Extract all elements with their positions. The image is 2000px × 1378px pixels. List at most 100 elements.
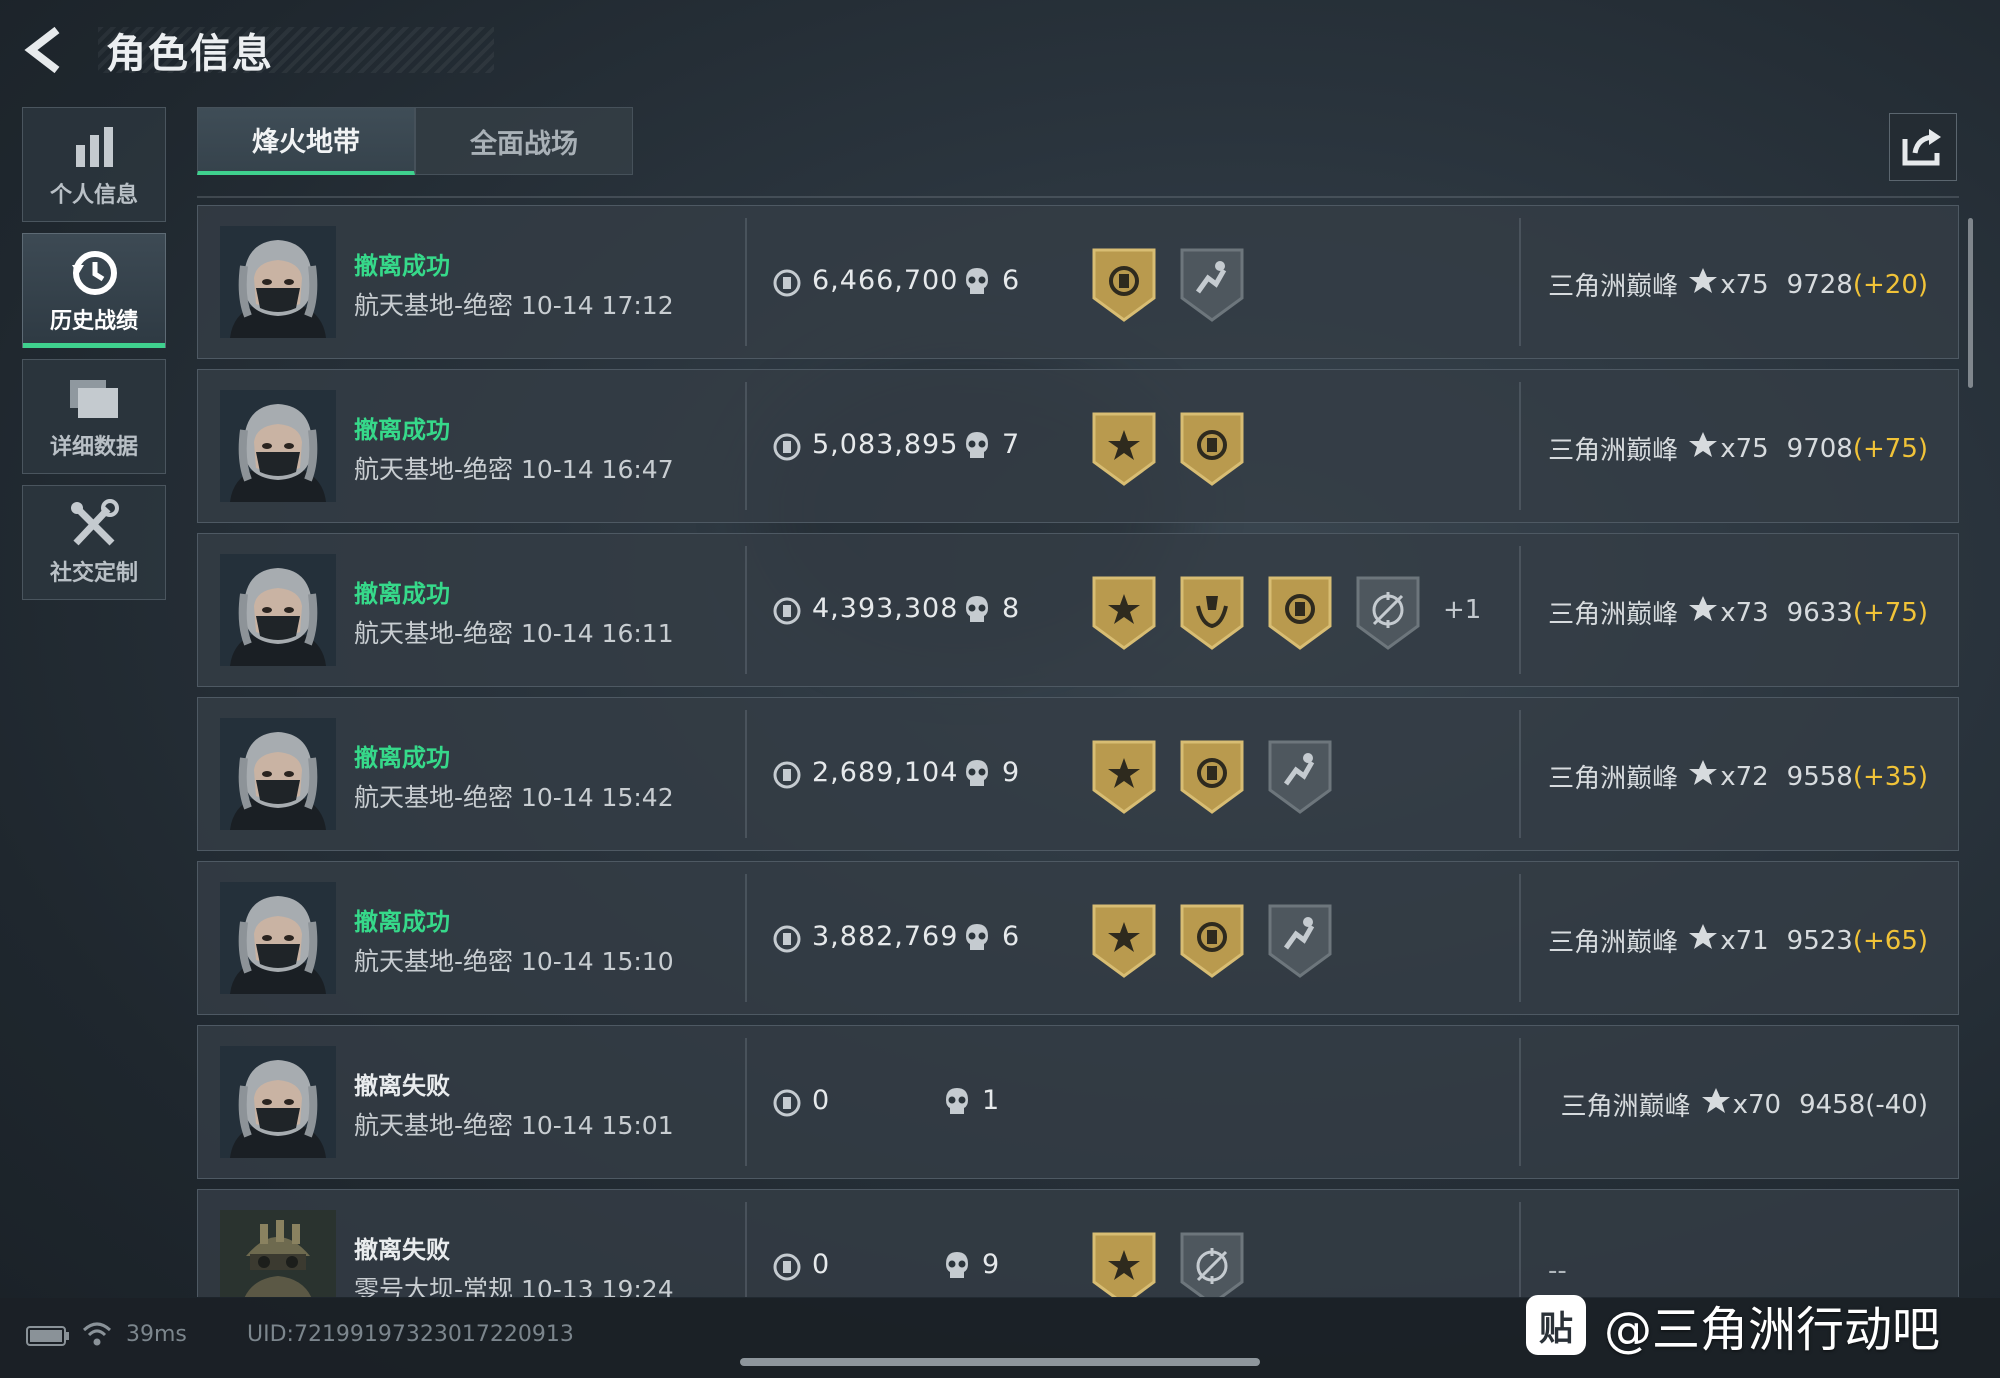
divider (745, 1202, 747, 1297)
rank-score: 9458 (1799, 1089, 1866, 1120)
match-row[interactable]: 撤离失败 航天基地-绝密 10-14 15:01 0 1 三角洲巅峰 x70 9458 (-4… (197, 1025, 1959, 1179)
star-count: x72 (1720, 761, 1769, 792)
star-count: x70 (1732, 1089, 1782, 1120)
currency-icon (772, 268, 802, 302)
gray-runner-emblem-icon[interactable] (1264, 736, 1336, 816)
gold-shield-emblem-icon[interactable] (1176, 408, 1248, 488)
rank-score: 9558 (1786, 761, 1853, 792)
badge-list (1088, 572, 1440, 652)
star-icon (1688, 758, 1718, 795)
tab-full-battlefield[interactable]: 全面战场 (415, 107, 633, 175)
rank-score: 9728 (1786, 269, 1853, 300)
user-uid: UID:72199197323017220913 (247, 1322, 574, 1347)
gold-shield-emblem-icon[interactable] (1176, 736, 1248, 816)
match-row[interactable]: 撤离成功 航天基地-绝密 10-14 15:10 3,882,769 6 三角洲巅峰 x7… (197, 861, 1959, 1015)
match-row[interactable]: 撤离成功 航天基地-绝密 10-14 15:42 2,689,104 9 三角洲巅峰 x7… (197, 697, 1959, 851)
divider (1519, 874, 1521, 1002)
currency-icon (772, 432, 802, 466)
rank-name: 三角洲巅峰 (1548, 764, 1679, 794)
star-count: x75 (1720, 269, 1769, 300)
gray-crosshair-emblem-icon[interactable] (1176, 1228, 1248, 1297)
gray-runner-emblem-icon[interactable] (1264, 900, 1336, 980)
kill-count: 9 (982, 1249, 1000, 1280)
tools-icon (64, 498, 124, 551)
operator-avatar (220, 882, 336, 994)
badge-list (1088, 244, 1264, 324)
gold-shield-emblem-icon[interactable] (1264, 572, 1336, 652)
gold-shield-emblem-icon[interactable] (1088, 244, 1160, 324)
sidebar-item-detailed-data[interactable]: 详细数据 (22, 359, 166, 474)
folder-icon (64, 373, 124, 425)
more-badges-count[interactable]: +1 (1443, 595, 1481, 625)
tab-firezone[interactable]: 烽火地带 (197, 107, 415, 175)
skull-icon (962, 594, 992, 630)
match-row[interactable]: 撤离成功 航天基地-绝密 10-14 17:12 6,466,700 6 三角洲巅峰 x7… (197, 205, 1959, 359)
divider (745, 874, 747, 1002)
back-arrow-icon[interactable] (20, 22, 70, 78)
scrollbar[interactable] (1968, 218, 1973, 388)
divider (745, 218, 747, 346)
currency-icon (772, 760, 802, 794)
gold-star-emblem-icon[interactable] (1088, 736, 1160, 816)
sidebar: 个人信息 历史战绩 详细数据 社交定制 (22, 107, 166, 611)
map-and-time: 航天基地-绝密 10-14 17:12 (354, 291, 674, 320)
watermark: 贴 @三角洲行动吧 (1526, 1290, 1940, 1360)
gray-runner-emblem-icon[interactable] (1176, 244, 1248, 324)
currency-icon (772, 924, 802, 958)
kill-count: 6 (1002, 921, 1020, 952)
home-indicator[interactable] (740, 1358, 1260, 1366)
sidebar-item-social-custom[interactable]: 社交定制 (22, 485, 166, 600)
gray-crosshair-emblem-icon[interactable] (1352, 572, 1424, 652)
operator-avatar (220, 554, 336, 666)
currency-icon (772, 596, 802, 630)
divider (1519, 218, 1521, 346)
gold-star-emblem-icon[interactable] (1088, 900, 1160, 980)
gold-star-emblem-icon[interactable] (1088, 572, 1160, 652)
rank-info: 三角洲巅峰 x70 9458 (-40) (1561, 1086, 1928, 1123)
star-icon (1688, 266, 1718, 303)
gold-star-emblem-icon[interactable] (1088, 1228, 1160, 1297)
gold-shield-emblem-icon[interactable] (1176, 900, 1248, 980)
extraction-status: 撤离成功 (354, 252, 450, 280)
loot-value: 5,083,895 (812, 429, 959, 460)
loot-value: 6,466,700 (812, 265, 959, 296)
match-row[interactable]: 撤离成功 航天基地-绝密 10-14 16:47 5,083,895 7 三角洲巅峰 x7… (197, 369, 1959, 523)
divider (745, 1038, 747, 1166)
divider (745, 546, 747, 674)
loot-value: 0 (812, 1249, 831, 1280)
extraction-status: 撤离失败 (354, 1236, 450, 1264)
gold-wreath-emblem-icon[interactable] (1176, 572, 1248, 652)
divider (1519, 1038, 1521, 1166)
rank-info: 三角洲巅峰 x75 9728 (+20) (1548, 266, 1928, 303)
extraction-status: 撤离成功 (354, 580, 450, 608)
skull-icon (962, 266, 992, 302)
operator-avatar (220, 718, 336, 830)
rank-score: 9523 (1786, 925, 1853, 956)
score-delta: (+35) (1852, 761, 1928, 792)
skull-icon (962, 430, 992, 466)
divider (745, 710, 747, 838)
kill-count: 8 (1002, 593, 1020, 624)
skull-icon (962, 922, 992, 958)
map-and-time: 航天基地-绝密 10-14 15:10 (354, 947, 674, 976)
match-row[interactable]: 撤离失败 零号大坝-常规 10-13 19:24 0 9 -- (197, 1189, 1959, 1297)
star-icon (1688, 594, 1718, 631)
skull-icon (942, 1086, 972, 1122)
kill-count: 7 (1002, 429, 1020, 460)
share-button[interactable] (1889, 113, 1957, 181)
match-row[interactable]: 撤离成功 航天基地-绝密 10-14 16:11 4,393,308 8 +1 三角洲巅峰… (197, 533, 1959, 687)
sidebar-item-personal-info[interactable]: 个人信息 (22, 107, 166, 222)
title-bar: 角色信息 (98, 27, 494, 77)
gold-star-emblem-icon[interactable] (1088, 408, 1160, 488)
rank-score: 9633 (1786, 597, 1853, 628)
rank-placeholder: -- (1548, 1256, 1567, 1286)
operator-avatar (220, 1046, 336, 1158)
map-and-time: 航天基地-绝密 10-14 15:42 (354, 783, 674, 812)
share-icon (1902, 129, 1941, 166)
star-icon (1688, 430, 1718, 467)
tieba-logo-icon: 贴 (1526, 1295, 1586, 1355)
divider (1519, 710, 1521, 838)
currency-icon (772, 1088, 802, 1122)
sidebar-item-match-history[interactable]: 历史战绩 (22, 233, 166, 348)
history-clock-icon (64, 247, 124, 299)
